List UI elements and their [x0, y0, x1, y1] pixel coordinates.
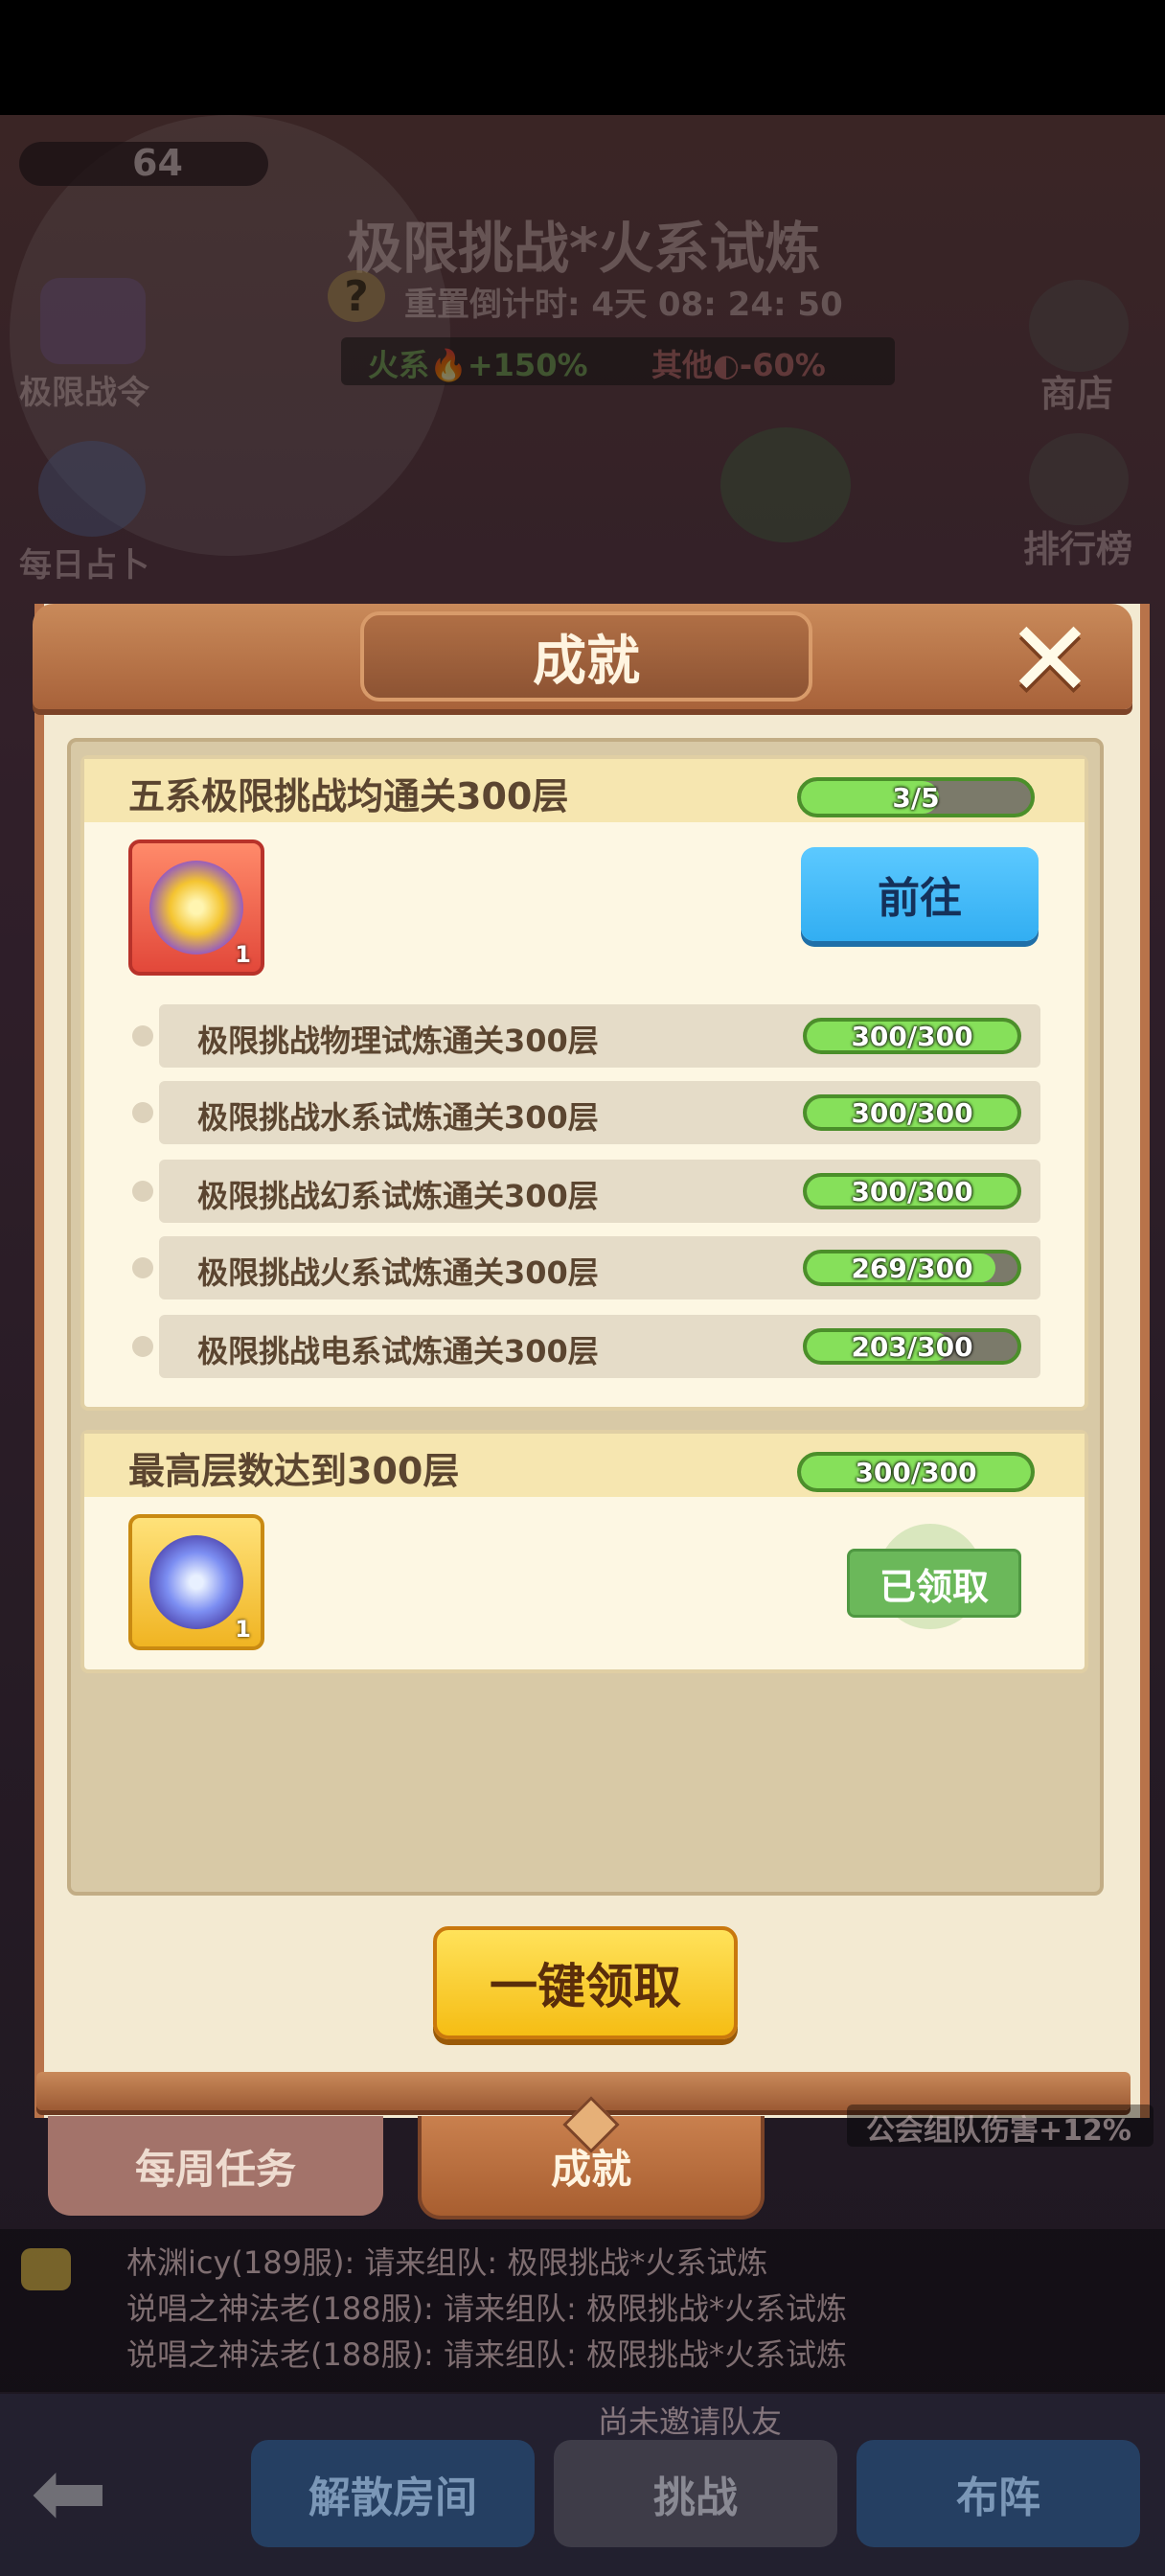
- card-progress-text: 3/5: [892, 781, 940, 814]
- star-badge-icon: [149, 861, 243, 954]
- invite-status: 尚未邀请队友: [598, 2404, 783, 2440]
- claim-all-button[interactable]: 一键领取: [433, 1926, 738, 2039]
- reward-qty: 1: [235, 1616, 251, 1643]
- close-button[interactable]: ✕: [1004, 607, 1096, 712]
- chat-line: 说唱之神法老(188服): 请来组队: 极限挑战*火系试炼: [126, 2336, 847, 2373]
- claimed-badge: 已领取: [847, 1549, 1021, 1618]
- card-progress-bar: 300/300: [797, 1452, 1035, 1492]
- subtask-progress-bar: 203/300: [803, 1328, 1021, 1365]
- card-title: 最高层数达到300层: [128, 1450, 460, 1492]
- subtask-bullet: [132, 1257, 153, 1278]
- subtask-row: 极限挑战物理试炼通关300层 300/300: [159, 1004, 1040, 1068]
- reward-item-star-badge[interactable]: 1: [128, 840, 264, 976]
- disband-room-button[interactable]: 解散房间: [251, 2440, 535, 2547]
- subtask-bullet: [132, 1181, 153, 1202]
- modal-title: 成就: [360, 611, 812, 702]
- subtask-row: 极限挑战水系试炼通关300层 300/300: [159, 1081, 1040, 1144]
- subtask-label: 极限挑战电系试炼通关300层: [197, 1333, 599, 1369]
- subtask-progress-text: 269/300: [851, 1252, 973, 1284]
- subtask-bullet: [132, 1336, 153, 1357]
- subtask-label: 极限挑战水系试炼通关300层: [197, 1099, 599, 1136]
- challenge-button[interactable]: 挑战: [554, 2440, 837, 2547]
- subtask-row: 极限挑战电系试炼通关300层 203/300: [159, 1315, 1040, 1378]
- goto-button[interactable]: 前往: [801, 847, 1039, 941]
- card-progress-text: 300/300: [855, 1456, 977, 1488]
- card-progress-bar: 3/5: [797, 777, 1035, 817]
- subtask-progress-text: 300/300: [851, 1175, 973, 1208]
- subtask-bullet: [132, 1025, 153, 1046]
- subtask-progress-bar: 300/300: [803, 1018, 1021, 1054]
- chat-line: 说唱之神法老(188服): 请来组队: 极限挑战*火系试炼: [126, 2290, 847, 2327]
- subtask-row: 极限挑战幻系试炼通关300层 300/300: [159, 1160, 1040, 1223]
- chat-line: 林渊icy(189服): 请来组队: 极限挑战*火系试炼: [126, 2244, 768, 2281]
- subtask-progress-text: 203/300: [851, 1330, 973, 1363]
- status-bar: [0, 0, 1165, 115]
- subtask-progress-bar: 269/300: [803, 1250, 1021, 1286]
- reward-item-compass-badge[interactable]: 1: [128, 1514, 264, 1650]
- subtask-progress-text: 300/300: [851, 1096, 973, 1129]
- subtask-row: 极限挑战火系试炼通关300层 269/300: [159, 1236, 1040, 1300]
- compass-badge-icon: [149, 1535, 243, 1629]
- card-title: 五系极限挑战均通关300层: [128, 775, 569, 817]
- reward-qty: 1: [235, 941, 251, 968]
- formation-button[interactable]: 布阵: [857, 2440, 1140, 2547]
- subtask-progress-bar: 300/300: [803, 1173, 1021, 1209]
- subtask-progress-bar: 300/300: [803, 1094, 1021, 1131]
- guild-bonus-text: 公会组队伤害+12%: [866, 2114, 1131, 2148]
- subtask-progress-text: 300/300: [851, 1020, 973, 1052]
- subtask-label: 极限挑战幻系试炼通关300层: [197, 1178, 599, 1214]
- back-arrow-icon[interactable]: ⬅: [31, 2447, 155, 2539]
- subtask-bullet: [132, 1102, 153, 1123]
- subtask-label: 极限挑战火系试炼通关300层: [197, 1254, 599, 1291]
- chat-bubble-icon[interactable]: [21, 2248, 71, 2290]
- subtask-label: 极限挑战物理试炼通关300层: [197, 1023, 599, 1059]
- tab-weekly-tasks[interactable]: 每周任务: [48, 2116, 383, 2216]
